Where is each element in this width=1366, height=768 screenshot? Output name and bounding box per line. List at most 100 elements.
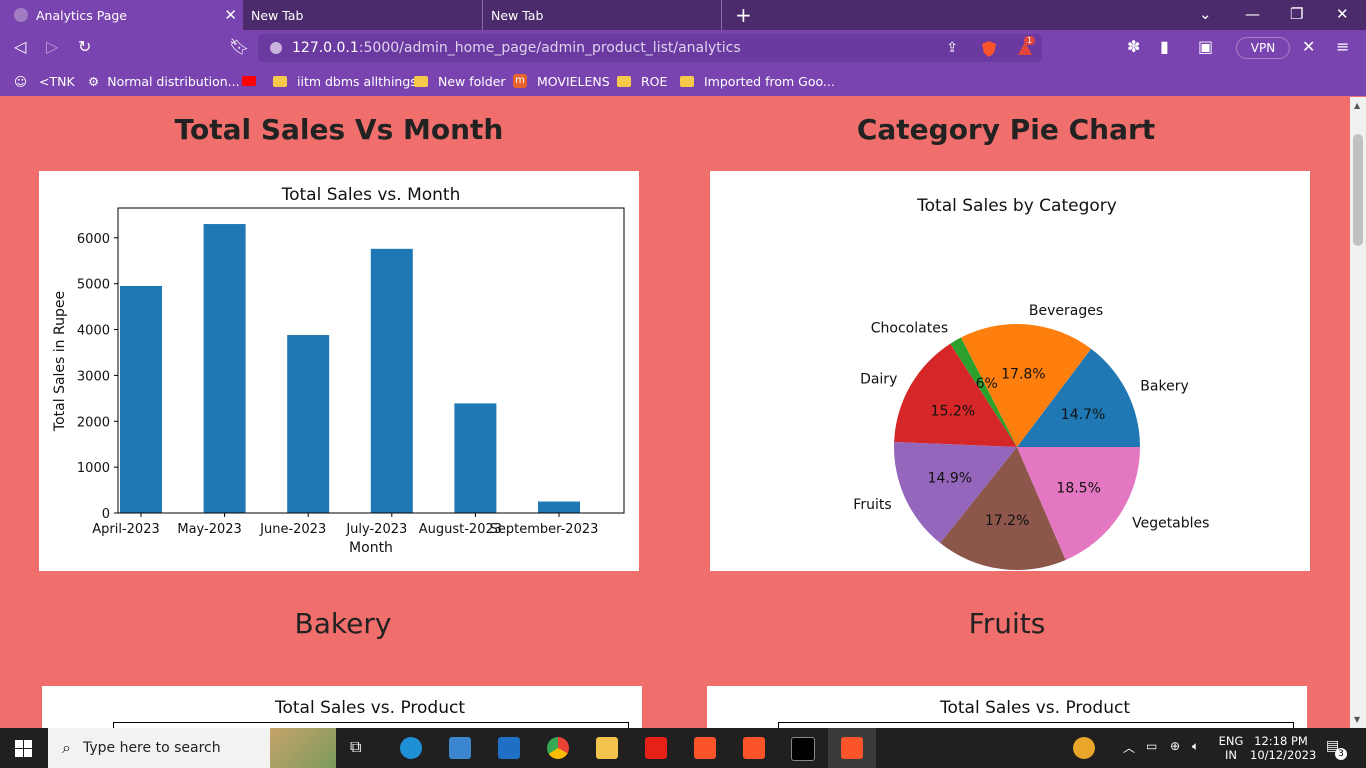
browser-tab-strip: Analytics Page ✕ New Tab New Tab + ⌄ — ❐… [0,0,1366,30]
brave-shields-icon[interactable] [980,40,998,58]
scroll-down-icon[interactable]: ▼ [1354,715,1360,724]
brave-active-icon[interactable] [841,737,863,759]
y-tick-label: 4000 [77,324,110,339]
pie-percent-label: 18.5% [1056,481,1100,497]
minimize-button[interactable]: — [1245,5,1260,23]
scroll-up-icon[interactable]: ▲ [1354,101,1360,110]
bookmark-imported[interactable]: Imported from Goo... [680,66,835,96]
youtube-icon [242,76,256,86]
site-info-icon[interactable] [270,42,282,54]
leo-ai-icon[interactable]: ✕ [1302,37,1315,56]
bookmark-normal-distribution[interactable]: ⚙ Normal distribution... [88,66,240,96]
windows-start-icon[interactable] [15,740,32,757]
movielens-icon: m [513,74,527,88]
bookmark-movielens[interactable]: m MOVIELENS [513,66,610,96]
close-tab-icon[interactable]: ✕ [224,6,237,24]
fruits-section-title: Fruits [968,607,1046,640]
emoji-icon: ☺ [14,73,28,89]
folder-icon [273,75,287,87]
tab-label: New Tab [491,7,544,23]
edge-icon[interactable] [400,737,422,759]
tab-new-tab-2[interactable]: New Tab [483,0,722,30]
bookmark-tnk[interactable]: ☺ <TNK [14,66,75,96]
bar [120,285,162,513]
pie-percent-label: 17.8% [1001,366,1045,382]
chrome-icon[interactable] [547,737,569,759]
bar-chart-title: Total Sales vs. Month [281,185,461,205]
x-tick-label: April-2023 [92,522,160,537]
bakery-chart-title: Total Sales vs. Product [274,698,466,718]
site-icon: ⚙ [88,73,100,89]
forward-icon[interactable]: ▷ [46,37,58,56]
tray-chevron-icon[interactable]: ︿ [1123,739,1135,756]
bar [287,335,330,513]
pie-category-label: Beverages [1029,303,1103,319]
back-icon[interactable]: ◁ [14,37,26,56]
y-tick-label: 2000 [77,415,110,430]
bookmark-icon[interactable]: 🔖︎ [229,37,249,56]
tab-label: New Tab [251,7,304,23]
windows-taskbar: ⌕ Type here to search ⧉ ︿ ▭ ⊕ 🔈︎ ENG IN 1… [0,728,1366,768]
bookmark-new-folder[interactable]: New folder [414,66,506,96]
file-explorer-icon[interactable] [596,737,618,759]
pie-percent-label: 15.2% [931,403,975,419]
bar [454,403,497,513]
page-scrollbar[interactable]: ▲ ▼ [1350,97,1366,728]
brave-beta-icon[interactable] [743,737,765,759]
taskbar-search-box[interactable]: ⌕ Type here to search [48,728,336,768]
browser-toolbar: ◁ ▷ ↻ 🔖︎ 127.0.0.1:5000/admin_home_page/… [0,30,1366,66]
address-bar[interactable]: 127.0.0.1:5000/admin_home_page/admin_pro… [258,34,1042,62]
terminal-icon[interactable] [791,737,815,761]
y-tick-label: 6000 [77,232,110,247]
language-indicator[interactable]: ENG IN [1218,734,1244,762]
bookmarks-bar: ☺ <TNK ⚙ Normal distribution... iitm dbms … [0,66,1366,96]
battery-icon[interactable]: ▭ [1146,739,1157,753]
sidebar-icon[interactable]: ▮ [1160,37,1169,56]
youtube-app-icon[interactable] [645,737,667,759]
bakery-chart-card: Total Sales vs. Product [42,686,642,728]
extensions-icon[interactable]: ✽ [1127,37,1140,56]
bookmark-iitm-dbms[interactable]: iitm dbms allthings [273,66,417,96]
tab-analytics-page[interactable]: Analytics Page ✕ [0,0,243,30]
reload-icon[interactable]: ↻ [78,37,91,56]
mail-icon[interactable] [498,737,520,759]
bookmark-youtube[interactable] [242,66,256,96]
tab-label: Analytics Page [36,7,127,23]
x-axis-label: Month [349,540,393,556]
tab-search-chevron-icon[interactable]: ⌄ [1199,5,1212,23]
bakery-section-title: Bakery [294,607,392,640]
brave-icon[interactable] [694,737,716,759]
bookmark-roe[interactable]: ROE [617,66,667,96]
bar [538,501,580,513]
pie-category-label: Vegetables [1132,516,1209,532]
task-view-icon[interactable]: ⧉ [350,737,372,759]
x-tick-label: May-2023 [177,522,241,537]
network-icon[interactable]: ⊕ [1170,739,1180,753]
pie-percent-label: 14.9% [928,471,972,487]
x-tick-label: September-2023 [490,522,599,537]
share-icon[interactable]: ⇪ [946,40,958,56]
page-content: Total Sales Vs Month Category Pie Chart … [0,97,1350,728]
search-icon: ⌕ [62,738,71,757]
folder-icon [680,75,694,87]
scrollbar-thumb[interactable] [1353,134,1363,246]
sales-chart-card: Total Sales vs. Month April-2023 May-2023… [39,171,639,571]
folder-icon [414,75,428,87]
rewards-badge: 1 [1024,36,1036,45]
y-tick-label: 0 [102,507,110,522]
restore-button[interactable]: ❐ [1290,5,1303,23]
weather-icon[interactable] [1073,737,1095,759]
menu-icon[interactable]: ≡ [1336,37,1349,56]
folder-icon [617,75,631,87]
wallet-icon[interactable]: ▣ [1198,37,1213,56]
volume-icon[interactable]: 🔈︎ [1192,739,1199,754]
x-tick-label: July-2023 [345,522,407,537]
close-window-button[interactable]: ✕ [1336,5,1349,23]
store-icon[interactable] [449,737,471,759]
tab-new-tab-1[interactable]: New Tab [243,0,483,30]
clock[interactable]: 12:18 PM 10/12/2023 [1250,734,1316,762]
pie-percent-label: 14.7% [1061,407,1105,423]
vpn-button[interactable]: VPN [1236,37,1290,59]
new-tab-button[interactable]: + [735,3,752,27]
pie-chart-card: Total Sales by Category 14.7% Bakery 17.8%… [710,171,1310,593]
